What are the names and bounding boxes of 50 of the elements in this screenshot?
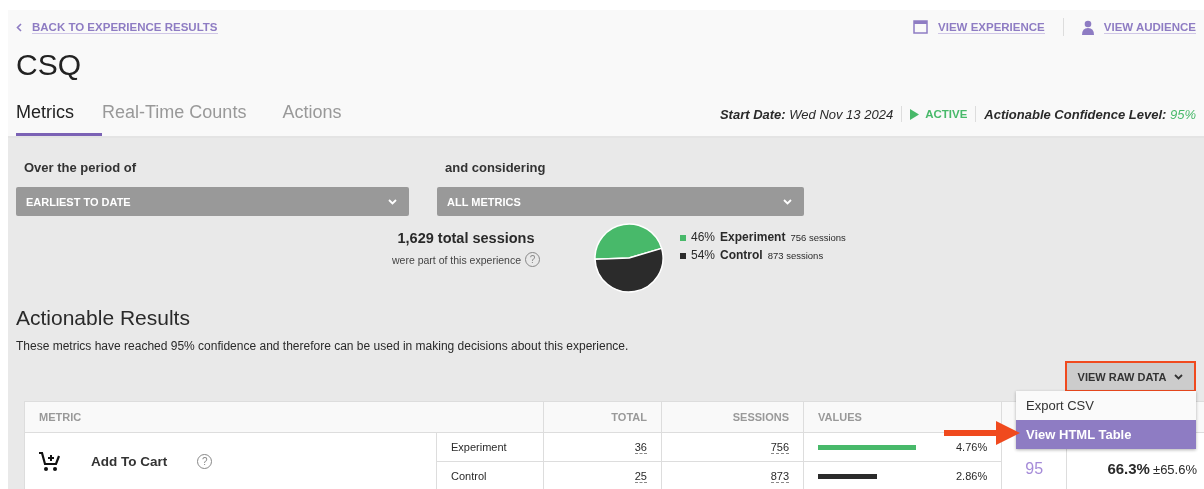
legend-percent: 46% [691,230,716,244]
confidence-level: Actionable Confidence Level: 95% [984,106,1196,122]
arrow-icon [944,421,1020,445]
legend-count: 873 sessions [767,250,824,261]
status-label: ACTIVE [925,108,968,120]
legend-count: 756 sessions [790,232,846,243]
page-title: CSQ [16,48,82,83]
legend-percent: 54% [691,248,716,262]
legend-name: Experiment [720,230,786,244]
column-header: SESSIONS [661,401,804,433]
view-raw-data-button[interactable]: VIEW RAW DATA [1065,361,1196,392]
column-header: TOTAL [543,401,662,433]
sessions-value[interactable]: 873 [770,470,789,483]
start-date: Start Date: Wed Nov 13 2024 [719,106,894,122]
header-link[interactable]: VIEW EXPERIENCE [938,20,1045,34]
group-name: Experiment [451,441,507,453]
value-percent: 4.76% [956,441,988,453]
chevron-left-icon [16,22,22,32]
metric-name: Add To Cart [91,454,168,469]
value-percent: 2.86% [956,470,988,482]
back-link[interactable]: BACK TO EXPERIENCE RESULTS [32,20,218,34]
column-header: VALUES [803,401,1002,433]
person-icon [1081,19,1094,35]
total-sessions: 1,629 total sessions [397,230,535,246]
legend-name: Control [720,248,763,262]
section-description: These metrics have reached 95% confidence and therefore can be used in making decisions about this experience. [16,339,630,353]
window-icon [913,20,929,34]
filter-label: and considering [444,160,547,175]
menu-item[interactable]: View HTML Table [1016,420,1196,449]
chevron-down-icon [1174,373,1184,380]
chevron-down-icon [783,198,792,205]
tab[interactable]: Real-Time Counts [102,102,283,136]
lift-value: 66.3% ±65.6% [1107,464,1197,476]
confidence-value: 95 [1025,459,1044,477]
total-value[interactable]: 36 [634,441,647,454]
group-name: Control [451,470,487,482]
header-link[interactable]: VIEW AUDIENCE [1103,20,1196,34]
section-heading: Actionable Results [16,306,191,330]
play-icon [910,108,920,120]
total-value[interactable]: 25 [634,470,647,483]
dropdown[interactable]: ALL METRICS [437,187,804,216]
column-header: METRIC [24,401,544,433]
sessions-value[interactable]: 756 [770,441,789,454]
chevron-down-icon [388,198,397,205]
sessions-note: were part of this experience [392,253,521,266]
tab[interactable]: Actions [282,102,378,136]
menu-item[interactable]: Export CSV [1016,391,1196,420]
cart-icon [39,451,61,472]
dropdown[interactable]: EARLIEST TO DATE [16,187,409,216]
filter-label: Over the period of [23,160,137,175]
